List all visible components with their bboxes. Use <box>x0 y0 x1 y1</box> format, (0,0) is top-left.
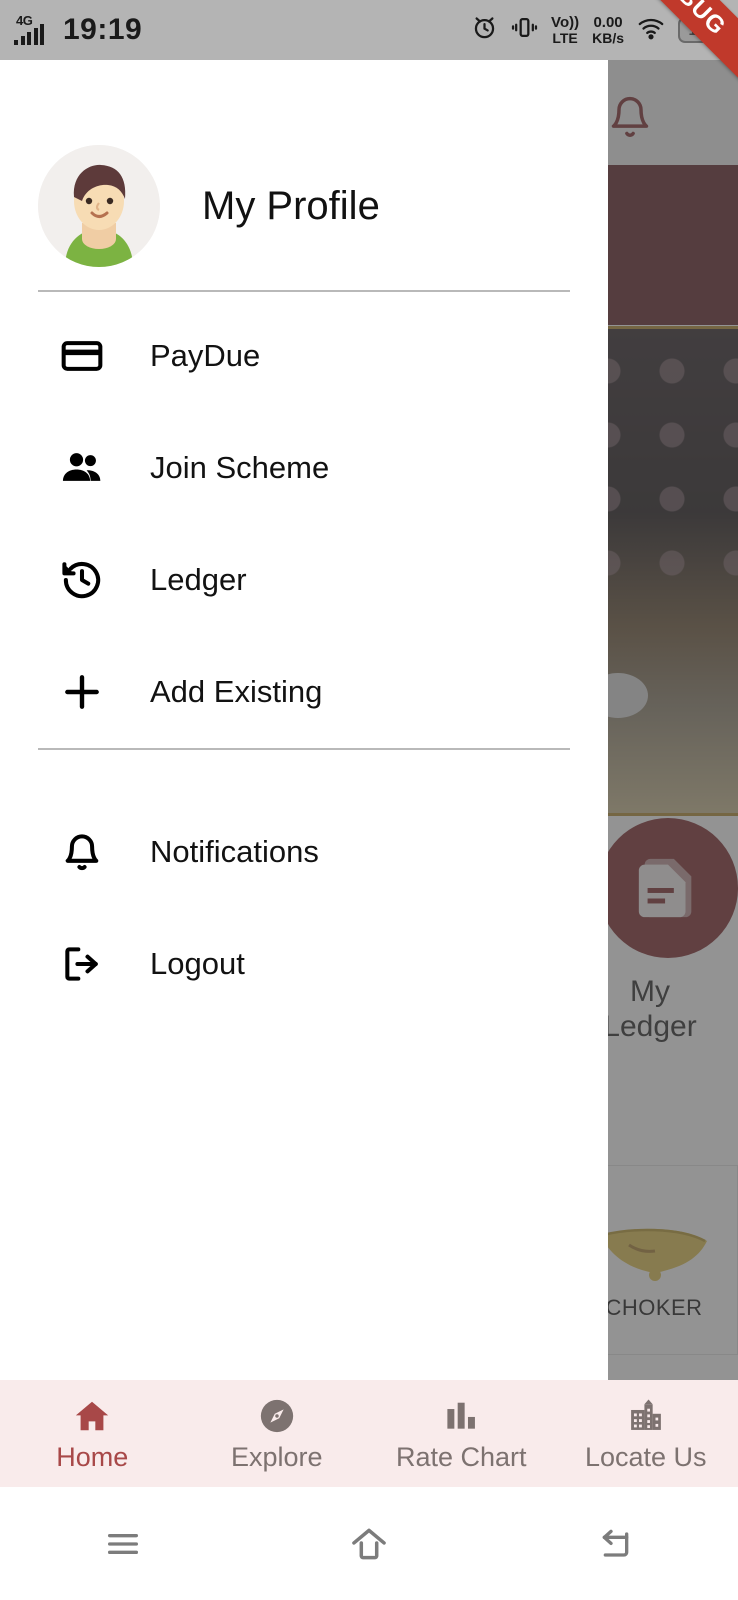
drawer-item-logout[interactable]: Logout <box>0 908 608 1020</box>
page-title: My Profile <box>202 183 380 228</box>
drawer-item-paydue[interactable]: PayDue <box>0 300 608 412</box>
bottom-nav-label: Explore <box>230 1441 323 1472</box>
android-system-navigation-bar <box>0 1487 738 1600</box>
data-rate-indicator: 0.00 KB/s <box>592 13 624 46</box>
bottom-nav-item-explore[interactable]: Explore <box>185 1395 370 1473</box>
drawer-item-label: Join Scheme <box>150 450 330 485</box>
drawer-menu-secondary: Notifications Logout <box>0 750 608 1020</box>
user-avatar-icon <box>38 145 160 267</box>
status-bar-clock: 19:19 <box>63 13 143 46</box>
volte-indicator: Vo)) LTE <box>551 13 580 46</box>
vibrate-icon <box>511 14 538 46</box>
bottom-nav-label: Locate Us <box>584 1441 707 1472</box>
bottom-nav-label: Home <box>56 1441 129 1472</box>
drawer-item-label: PayDue <box>150 338 261 373</box>
status-bar: 4G 19:19 Vo)) LTE 0.00 KB/s <box>0 0 738 60</box>
drawer-header: My Profile <box>0 60 608 290</box>
status-bar-left: 4G 19:19 <box>14 13 143 46</box>
bottom-navigation-bar: Home Explore Rate Chart Locate Us <box>0 1380 738 1487</box>
drawer-item-add-existing[interactable]: Add Existing <box>0 636 608 748</box>
alarm-icon <box>471 14 498 46</box>
logout-icon <box>60 942 116 986</box>
drawer-item-join-scheme[interactable]: Join Scheme <box>0 412 608 524</box>
building-icon <box>627 1395 665 1435</box>
drawer-item-label: Ledger <box>150 562 247 597</box>
signal-strength-icon: 4G <box>14 13 54 45</box>
compass-icon <box>258 1395 296 1435</box>
plus-icon <box>60 670 116 714</box>
home-icon <box>73 1395 111 1435</box>
home-outline-icon[interactable] <box>246 1523 492 1565</box>
bottom-nav-item-locate-us[interactable]: Locate Us <box>554 1395 738 1473</box>
navigation-drawer: My Profile PayDue Join Scheme Ledger Add… <box>0 60 608 1380</box>
menu-lines-icon[interactable] <box>0 1524 246 1564</box>
history-clock-icon <box>60 558 116 602</box>
drawer-item-label: Notifications <box>150 834 319 869</box>
drawer-item-label: Logout <box>150 946 245 981</box>
credit-card-icon <box>60 334 116 378</box>
drawer-item-ledger[interactable]: Ledger <box>0 524 608 636</box>
bottom-nav-item-home[interactable]: Home <box>0 1395 185 1473</box>
bottom-nav-label: Rate Chart <box>395 1441 527 1472</box>
bar-chart-icon <box>442 1395 480 1435</box>
bell-icon <box>60 830 116 874</box>
avatar[interactable] <box>38 145 160 267</box>
bottom-nav-item-rate-chart[interactable]: Rate Chart <box>369 1395 554 1473</box>
drawer-item-label: Add Existing <box>150 674 323 709</box>
back-arrow-icon[interactable] <box>492 1524 738 1564</box>
people-group-icon <box>60 446 116 490</box>
wifi-icon <box>637 14 665 47</box>
drawer-menu-primary: PayDue Join Scheme Ledger Add Existing <box>0 292 608 748</box>
drawer-item-notifications[interactable]: Notifications <box>0 796 608 908</box>
